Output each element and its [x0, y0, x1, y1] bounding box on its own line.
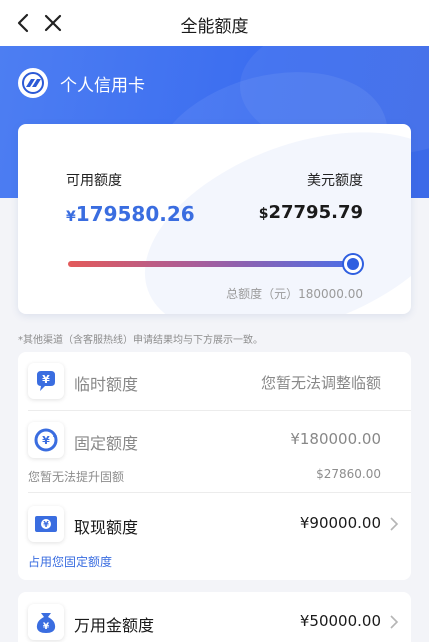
- total-limit-text: 总额度（元）180000.00: [226, 287, 363, 301]
- usd-value: 27795.79: [268, 202, 363, 223]
- cash-limit-value: ¥90000.00: [299, 514, 381, 532]
- bank-logo-icon: [18, 68, 48, 98]
- cash-limit-link[interactable]: 占用您固定额度: [28, 553, 112, 570]
- available-limit-amount: ¥179580.26: [66, 202, 195, 226]
- wanyongjin-limit-value: ¥50000.00: [299, 612, 381, 630]
- svg-text:¥: ¥: [42, 373, 50, 386]
- fixed-limit-row: ¥ 固定额度 ¥180000.00 您暂无法提升固额 $27860.00: [18, 410, 411, 492]
- fixed-limit-sub-left: 您暂无法提升固额: [28, 470, 125, 484]
- page-title: 全能额度: [180, 17, 249, 37]
- card-name: 个人信用卡: [60, 76, 145, 96]
- nav-bar: 全能额度: [0, 0, 429, 46]
- chevron-right-icon: [390, 615, 399, 629]
- limit-summary-card: 可用额度 美元额度 ¥179580.26 $27795.79 总额度（元）180…: [18, 124, 411, 314]
- fixed-limit-label: 固定额度: [74, 434, 139, 453]
- temporary-limit-value: 您暂无法调整临额: [260, 374, 381, 392]
- svg-text:¥: ¥: [43, 622, 50, 632]
- chevron-right-icon: [390, 517, 399, 531]
- fixed-limit-icon: ¥: [28, 422, 64, 458]
- cash-limit-label: 取现额度: [74, 518, 139, 537]
- usd-limit-amount: $27795.79: [259, 202, 363, 223]
- wanyongjin-limit-row[interactable]: ¥ 万用金额度 ¥50000.00: [18, 592, 411, 642]
- temporary-limit-icon: ¥: [28, 363, 64, 399]
- usd-limit-label: 美元额度: [307, 173, 363, 189]
- temporary-limit-label: 临时额度: [74, 375, 139, 394]
- disclaimer-note: *其他渠道（含客服热线）申请结果均与下方展示一致。: [18, 335, 263, 346]
- svg-text:¥: ¥: [42, 434, 50, 447]
- available-limit-label: 可用额度: [66, 173, 122, 189]
- wanyongjin-limit-label: 万用金额度: [74, 616, 155, 635]
- temporary-limit-row: ¥ 临时额度 您暂无法调整临额: [18, 352, 411, 410]
- cash-limit-row[interactable]: ¥ 取现额度 ¥90000.00 占用您固定额度: [18, 492, 411, 580]
- fixed-limit-sub-right: $27860.00: [316, 467, 381, 481]
- limit-list: ¥ 临时额度 您暂无法调整临额 ¥ 固定额度 ¥180000.00 您暂无法提升…: [18, 352, 411, 580]
- wanyongjin-limit-icon: ¥: [28, 604, 64, 640]
- fixed-limit-value: ¥180000.00: [290, 430, 381, 448]
- usage-progress-bar: [68, 261, 354, 267]
- cash-limit-icon: ¥: [28, 506, 64, 542]
- wanyongjin-card: ¥ 万用金额度 ¥50000.00: [18, 592, 411, 642]
- svg-text:¥: ¥: [43, 520, 49, 529]
- available-currency: ¥: [66, 209, 76, 225]
- available-value: 179580.26: [75, 202, 195, 226]
